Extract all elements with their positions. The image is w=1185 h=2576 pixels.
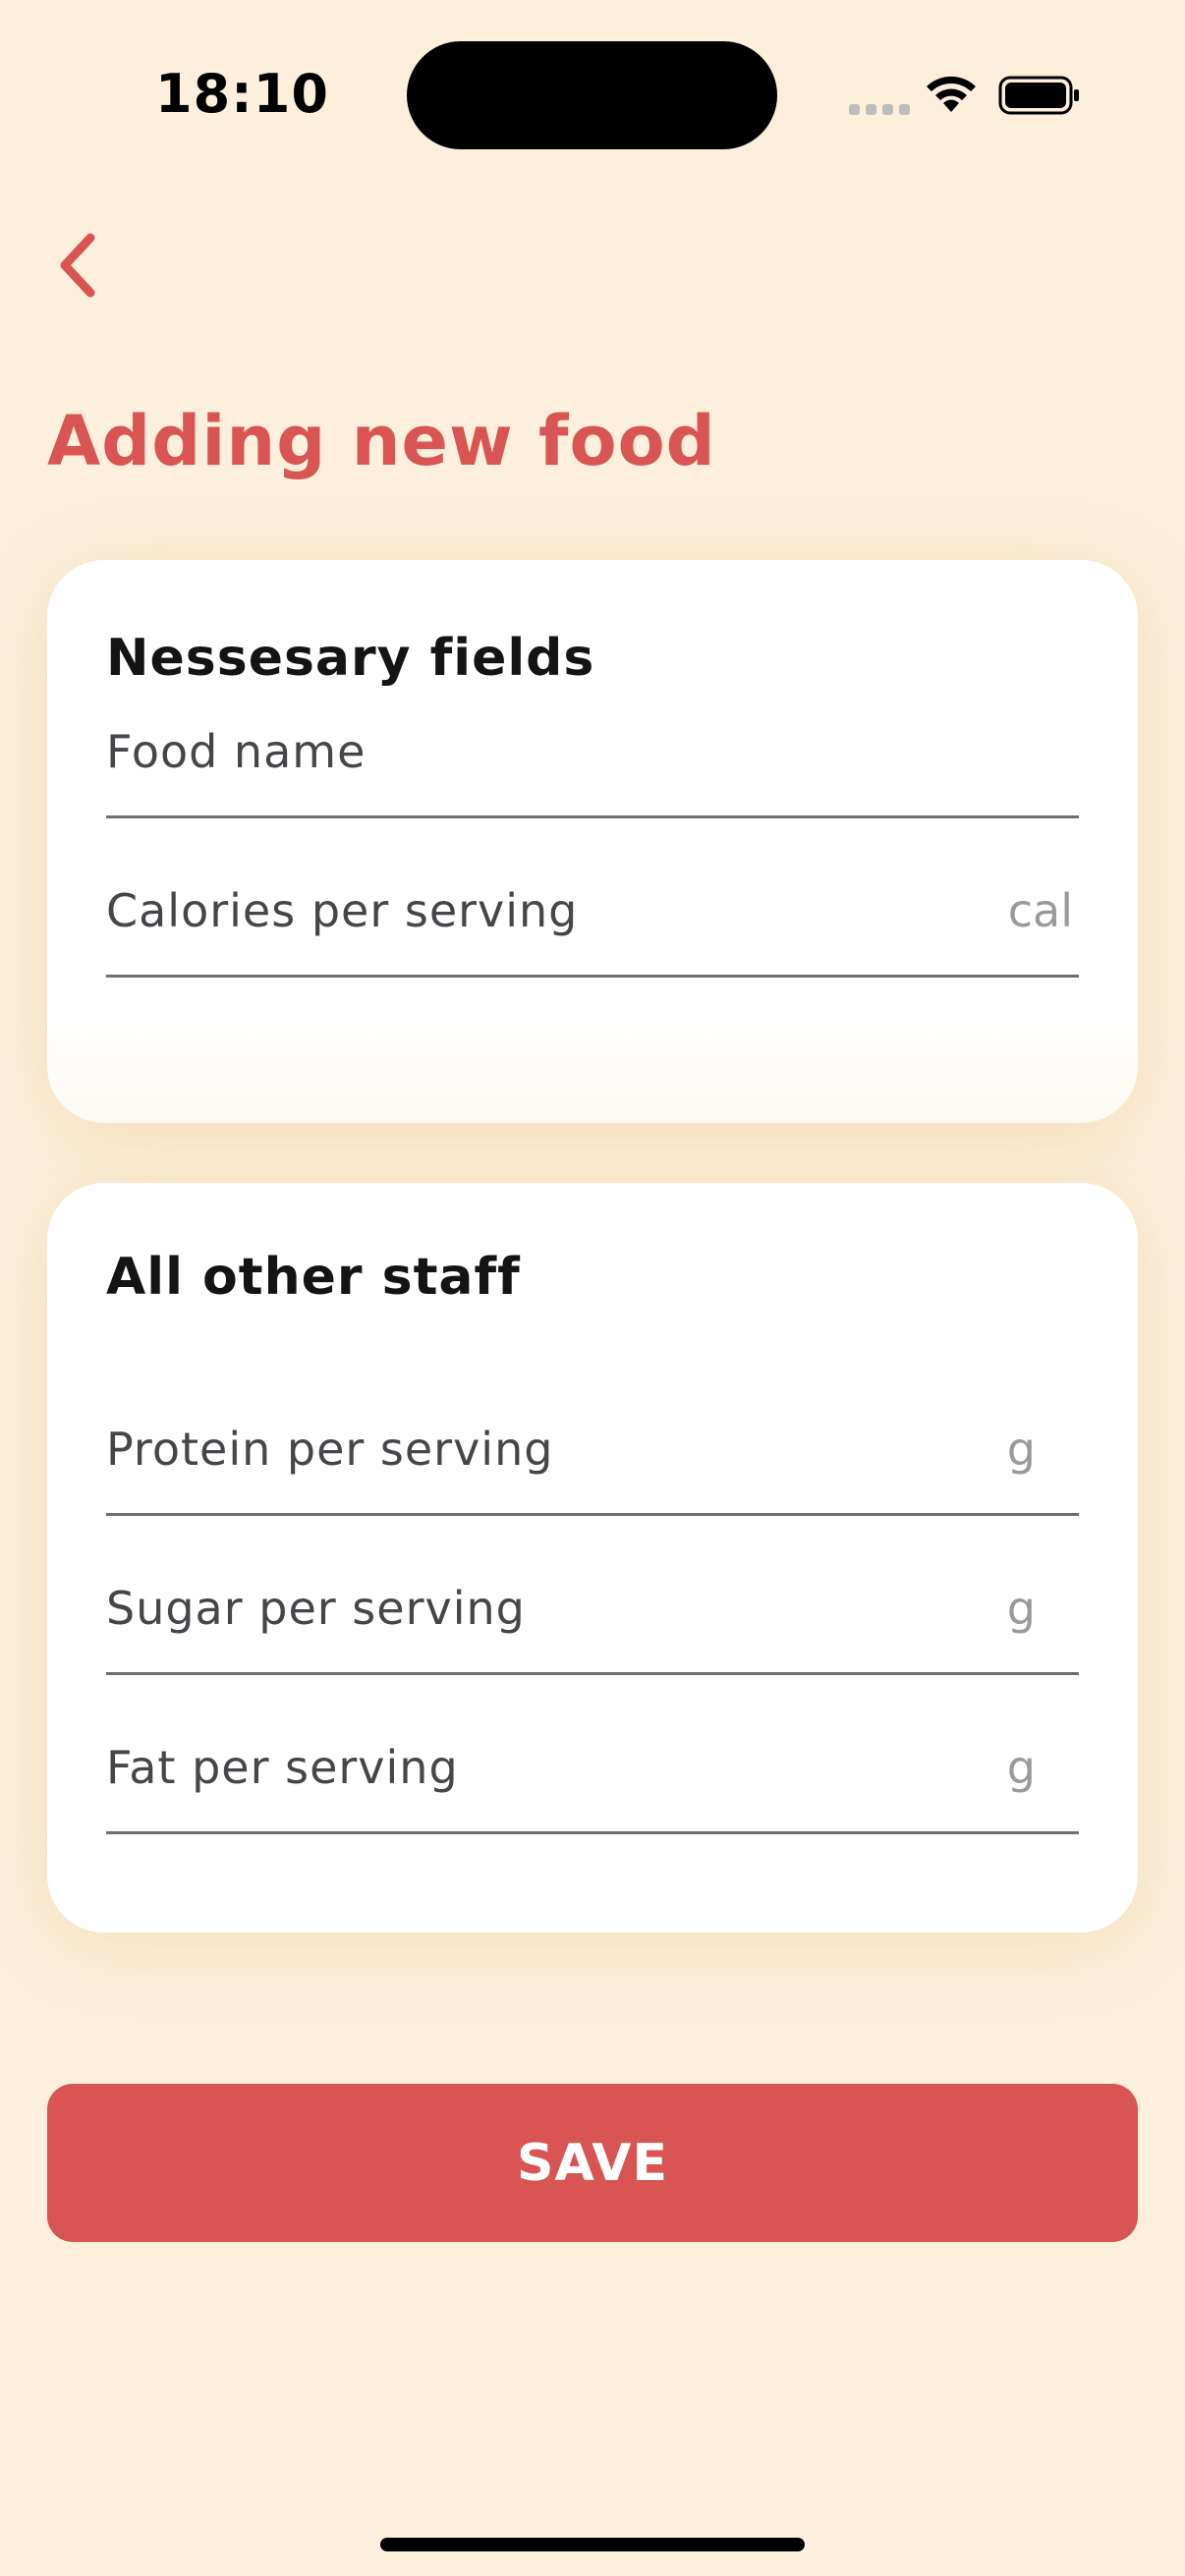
food-name-field[interactable]: Food name	[106, 707, 1079, 818]
fat-field[interactable]: Fat per serving g	[106, 1723, 1079, 1834]
calories-field[interactable]: Calories per serving cal	[106, 867, 1079, 978]
dynamic-island	[407, 41, 777, 149]
wifi-icon	[927, 76, 976, 112]
other-fields-title: All other staff	[106, 1248, 521, 1307]
protein-label: Protein per serving	[106, 1423, 554, 1476]
page-title: Adding new food	[47, 401, 716, 481]
calories-label: Calories per serving	[106, 884, 579, 937]
home-indicator[interactable]	[380, 2538, 805, 2551]
protein-field[interactable]: Protein per serving g	[106, 1405, 1079, 1516]
chevron-left-icon	[60, 233, 95, 298]
back-button[interactable]	[43, 222, 122, 310]
save-button[interactable]: SAVE	[47, 2084, 1138, 2242]
other-fields-card: All other staff Protein per serving g Su…	[47, 1183, 1138, 1932]
sugar-unit: g	[1006, 1582, 1036, 1635]
necessary-fields-title: Nessesary fields	[106, 629, 595, 688]
sugar-label: Sugar per serving	[106, 1582, 526, 1635]
calories-unit: cal	[1007, 884, 1073, 937]
battery-icon	[998, 76, 1079, 115]
status-time: 18:10	[155, 63, 329, 125]
status-bar: 18:10	[0, 0, 1185, 187]
sugar-field[interactable]: Sugar per serving g	[106, 1564, 1079, 1675]
fat-unit: g	[1006, 1741, 1036, 1794]
cellular-signal-icon	[849, 104, 910, 115]
necessary-fields-card: Nessesary fields Food name Calories per …	[47, 560, 1138, 1123]
protein-unit: g	[1006, 1423, 1036, 1476]
fat-label: Fat per serving	[106, 1741, 459, 1794]
food-name-label: Food name	[106, 725, 367, 778]
